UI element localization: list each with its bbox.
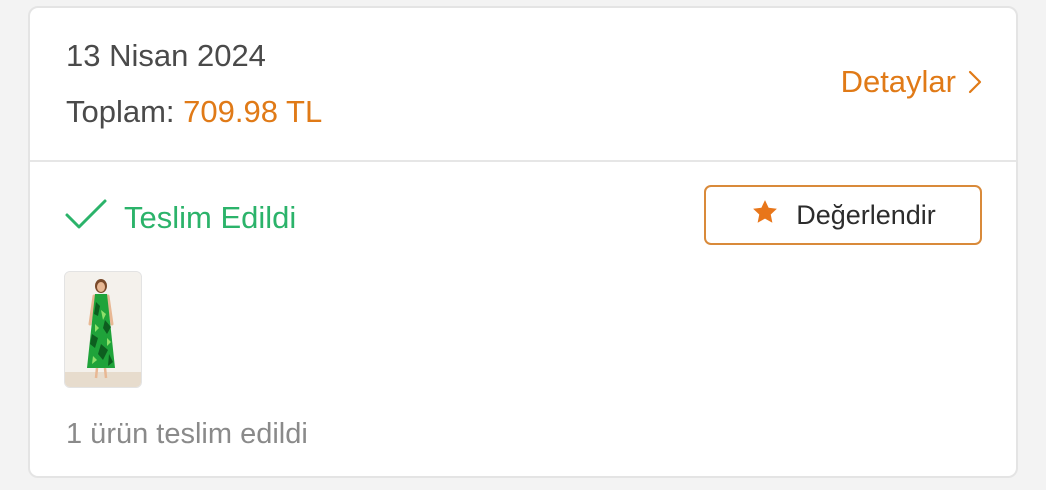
star-icon [750, 197, 780, 234]
total-amount: 709.98 TL [183, 94, 323, 129]
delivered-count-text: 1 ürün teslim edildi [66, 418, 308, 450]
order-card: 13 Nisan 2024 Toplam: 709.98 TL Detaylar… [28, 6, 1018, 478]
total-label: Toplam: [66, 94, 175, 129]
product-thumbnail[interactable] [64, 271, 142, 388]
order-total: Toplam: 709.98 TL [66, 94, 322, 130]
details-link[interactable]: Detaylar [841, 64, 982, 100]
delivery-status: Teslim Edildi [64, 198, 296, 238]
status-label: Teslim Edildi [124, 200, 297, 235]
rate-button[interactable]: Değerlendir [704, 185, 982, 245]
chevron-right-icon [968, 70, 982, 94]
check-icon [64, 198, 108, 238]
order-header: 13 Nisan 2024 Toplam: 709.98 TL Detaylar [30, 8, 1016, 162]
order-date: 13 Nisan 2024 [66, 38, 266, 73]
details-label: Detaylar [840, 64, 956, 99]
rate-label: Değerlendir [796, 199, 936, 230]
